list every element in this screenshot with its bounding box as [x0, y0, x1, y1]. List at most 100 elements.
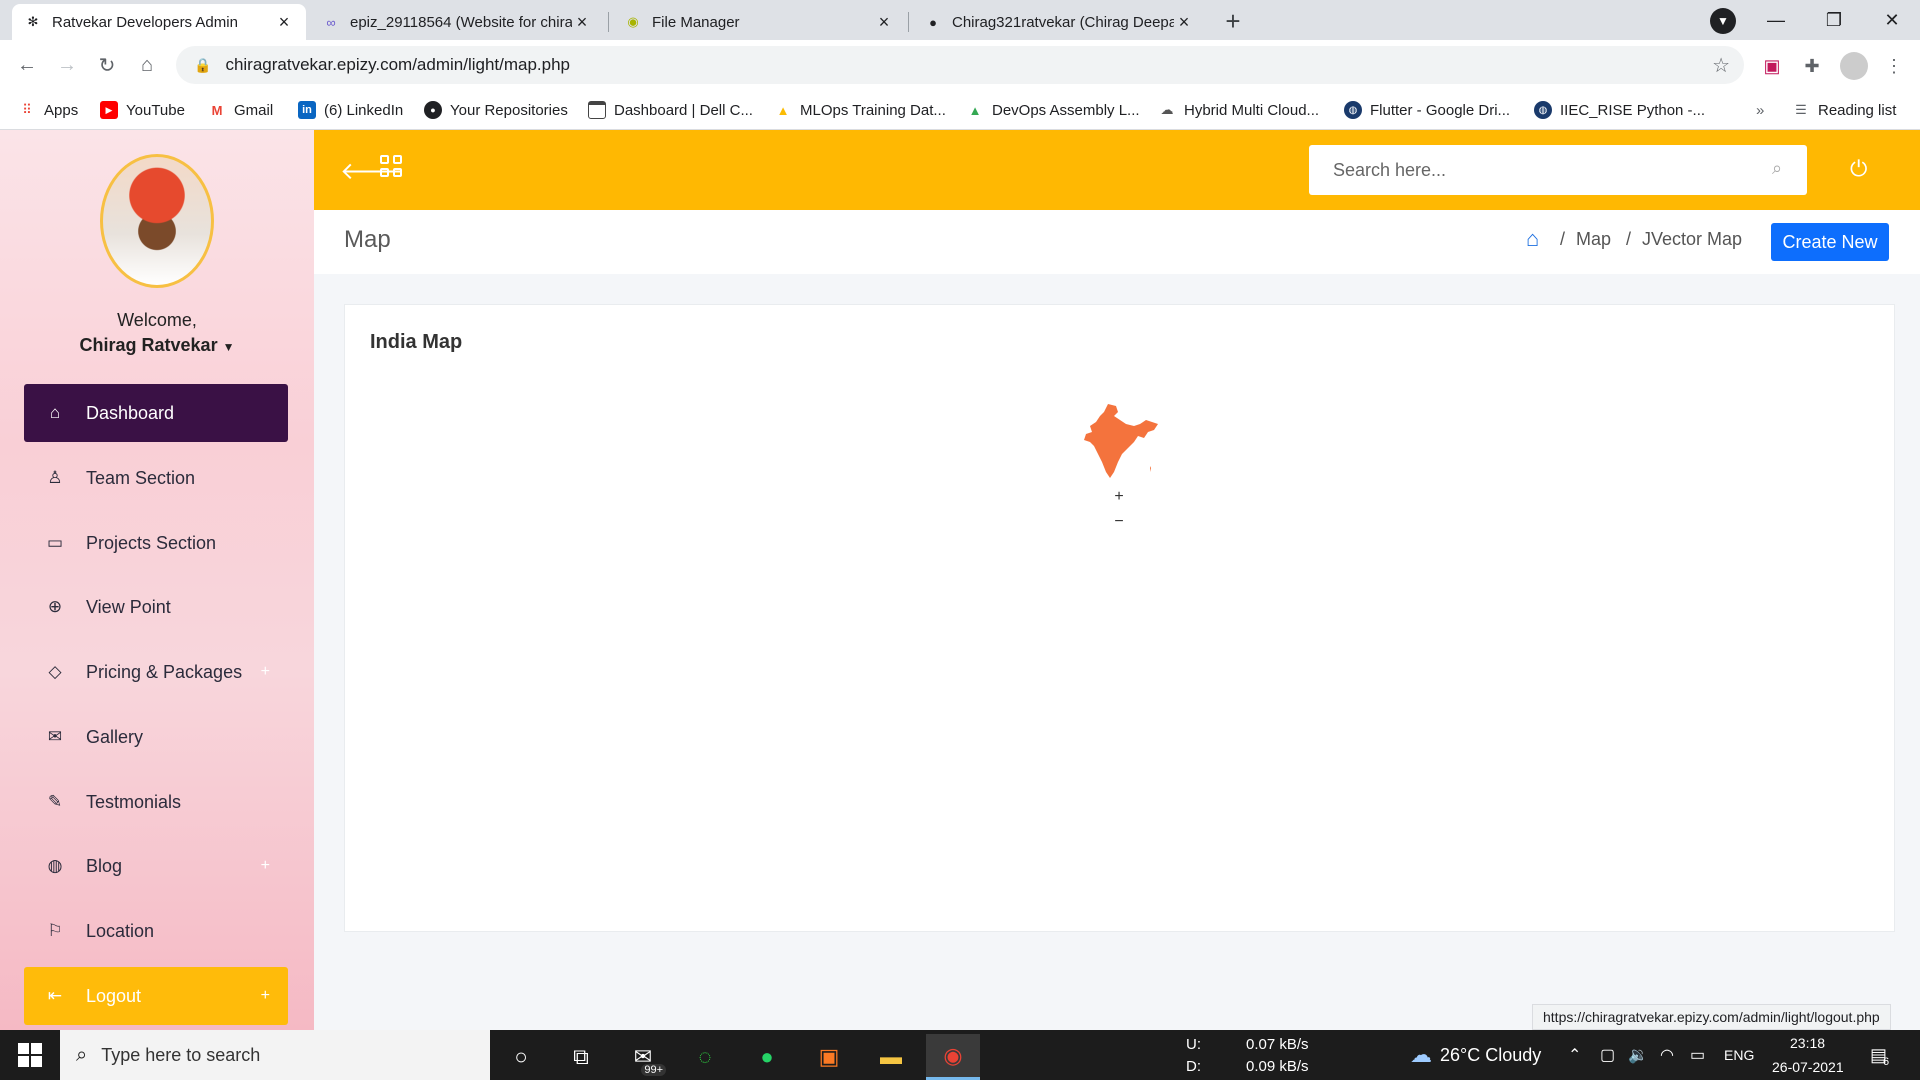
sidebar-item-team-section[interactable]: ♙ Team Section [24, 449, 288, 507]
forward-icon[interactable]: → [52, 50, 82, 80]
bookmark-gmail[interactable]: M Gmail [208, 98, 274, 122]
breadcrumb-home-icon[interactable]: ⌂ [1526, 226, 1539, 252]
mail-app-icon[interactable]: ✉ 99+ [616, 1034, 670, 1080]
file-explorer-icon[interactable]: ▬ [864, 1034, 918, 1080]
globe-icon: ◍ [1344, 101, 1362, 119]
drive-icon: ▲ [968, 102, 982, 118]
sidebar-item-label: Location [86, 920, 155, 941]
tab-file-manager[interactable]: ◉ File Manager × [612, 4, 906, 40]
clock-date[interactable]: 26-07-2021 [1772, 1056, 1844, 1078]
sidebar-item-location[interactable]: ⚐ Location [24, 902, 288, 960]
bookmark-hybrid[interactable]: ☁ Hybrid Multi Cloud... [1158, 98, 1320, 122]
home-icon: ⌂ [49, 403, 61, 422]
wifi-icon[interactable]: ◠ [1660, 1030, 1674, 1080]
net-down-speed: 0.09 kB/s [1246, 1057, 1309, 1075]
tab-admin[interactable]: ✻ Ratvekar Developers Admin × [12, 4, 306, 40]
notification-center[interactable]: ▤ 6 [1870, 1030, 1889, 1080]
close-icon[interactable]: × [274, 12, 294, 32]
device-icon[interactable]: ▢ [1600, 1030, 1615, 1080]
bookmark-iiec[interactable]: ◍ IIEC_RISE Python -... [1534, 98, 1705, 122]
more-menu-icon[interactable]: ⋮ [1882, 54, 1906, 78]
bookmark-flutter[interactable]: ◍ Flutter - Google Dri... [1344, 98, 1510, 122]
india-map[interactable] [1080, 402, 1160, 482]
expand-icon[interactable]: + [261, 663, 270, 681]
bookmark-star-icon[interactable]: ☆ [1712, 53, 1730, 78]
home-icon[interactable]: ⌂ [132, 50, 162, 80]
close-icon[interactable]: × [572, 12, 592, 32]
weather-widget[interactable]: ☁ 26°C Cloudy [1410, 1030, 1541, 1080]
monitor-icon: ▭ [46, 533, 64, 552]
tab-separator [608, 12, 609, 32]
tab-epiz[interactable]: ∞ epiz_29118564 (Website for chira × [310, 4, 604, 40]
globe-icon: ◍ [1534, 101, 1552, 119]
back-icon[interactable]: ← [12, 50, 42, 80]
task-view-icon[interactable]: ⧉ [554, 1034, 608, 1080]
taskbar-search-field[interactable]: ⌕ Type here to search [60, 1030, 490, 1080]
sidebar-item-logout[interactable]: ⇤ Logout + [24, 967, 288, 1025]
chrome-icon[interactable]: ◉ [926, 1034, 980, 1080]
url-field[interactable]: 🔒 chiragratvekar.epizy.com/admin/light/m… [176, 46, 1744, 84]
close-icon[interactable]: × [874, 12, 894, 32]
sidebar-item-label: Blog [86, 855, 123, 876]
reading-list-button[interactable]: ☰ Reading list [1792, 98, 1896, 122]
volume-icon[interactable]: 🔉 [1628, 1030, 1648, 1080]
bookmark-repositories[interactable]: ● Your Repositories [424, 98, 568, 122]
user-menu-toggle[interactable]: Chirag Ratvekar ▼ [0, 335, 314, 356]
refresh-app-icon[interactable]: ◌ [678, 1034, 732, 1080]
search-icon[interactable]: ⌕ [1772, 158, 1782, 179]
sidebar-item-label: Dashboard [86, 402, 175, 423]
create-new-button[interactable]: Create New [1771, 223, 1889, 261]
tab-github[interactable]: ● Chirag321ratvekar (Chirag Deepa × [912, 4, 1206, 40]
sidebar-item-pricing-packages[interactable]: ◇ Pricing & Packages + [24, 643, 288, 701]
bookmark-devops[interactable]: ▲ DevOps Assembly L... [966, 98, 1140, 122]
avatar[interactable] [100, 154, 214, 288]
sidebar-item-testmonials[interactable]: ✎ Testmonials [24, 773, 288, 831]
minimize-icon[interactable]: — [1748, 0, 1804, 40]
battery-icon[interactable]: ▭ [1690, 1030, 1705, 1080]
language-indicator[interactable]: ENG [1724, 1030, 1754, 1080]
restore-icon[interactable]: ❐ [1806, 0, 1862, 40]
bookmark-mlops[interactable]: ▲ MLOps Training Dat... [774, 98, 946, 122]
zoom-out-button[interactable]: − [1108, 511, 1130, 533]
new-tab-button[interactable]: + [1218, 6, 1248, 36]
close-icon[interactable]: × [1174, 12, 1194, 32]
bookmark-label: Apps [44, 101, 79, 119]
cloud-icon: ☁ [1410, 1042, 1432, 1067]
search-input[interactable] [1309, 145, 1807, 195]
cortana-icon[interactable]: ○ [494, 1034, 548, 1080]
bookmark-dell[interactable]: Dashboard | Dell C... [588, 98, 753, 122]
clock-time[interactable]: 23:18 [1790, 1032, 1825, 1054]
expand-icon[interactable]: + [261, 857, 270, 875]
page-title: Map [344, 226, 391, 253]
breadcrumb-map[interactable]: Map [1576, 229, 1611, 250]
sidebar-item-dashboard[interactable]: ⌂ Dashboard [24, 384, 288, 442]
windows-start-icon[interactable] [18, 1043, 42, 1067]
bookmark-linkedin[interactable]: in (6) LinkedIn [298, 98, 403, 122]
zoom-in-button[interactable]: + [1108, 486, 1130, 508]
bookmark-youtube[interactable]: ▶ YouTube [100, 98, 185, 122]
logout-icon: ⇤ [47, 986, 63, 1005]
expand-icon[interactable]: + [261, 987, 270, 1005]
window-close-icon[interactable]: ✕ [1864, 0, 1920, 40]
reload-icon[interactable]: ↻ [92, 50, 122, 80]
tray-chevron-icon[interactable]: ⌃ [1568, 1030, 1581, 1080]
grid-menu-icon[interactable] [380, 155, 402, 177]
sidebar-item-view-point[interactable]: ⊕ View Point [24, 578, 288, 636]
mail-icon: ✉ [47, 727, 63, 746]
sidebar-item-blog[interactable]: ◍ Blog + [24, 837, 288, 895]
xampp-icon[interactable]: ▣ [802, 1034, 856, 1080]
tab-search-icon[interactable]: ▼ [1710, 8, 1736, 34]
sidebar-item-gallery[interactable]: ✉ Gallery [24, 708, 288, 766]
bookmarks-overflow-button[interactable]: » [1756, 98, 1764, 122]
profile-avatar[interactable] [1840, 52, 1868, 80]
infinity-icon: ∞ [326, 14, 336, 30]
sidebar-item-label: Testmonials [86, 791, 182, 812]
pocket-icon[interactable]: ▣ [1760, 54, 1784, 78]
extensions-icon[interactable]: ✚ [1800, 54, 1824, 78]
bookmark-apps[interactable]: ⠿ Apps [18, 98, 78, 122]
whatsapp-icon[interactable]: ● [740, 1034, 794, 1080]
bookmark-label: Gmail [234, 101, 274, 119]
power-icon[interactable]: ⏻ [1850, 156, 1867, 182]
india-map-shape[interactable] [1084, 404, 1158, 478]
sidebar-item-projects-section[interactable]: ▭ Projects Section [24, 514, 288, 572]
